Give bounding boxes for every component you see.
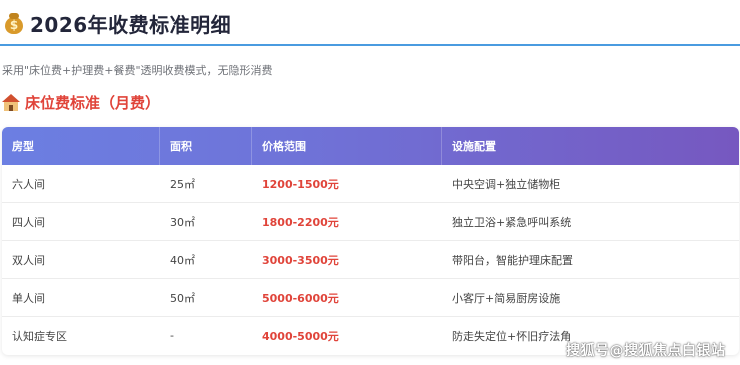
- title-divider: [0, 44, 740, 46]
- house-icon: [2, 93, 20, 111]
- cell-price: 1800-2200元: [262, 215, 339, 229]
- cell-price: 1200-1500元: [262, 177, 339, 191]
- table-header: 房型 面积 价格范围 设施配置: [2, 127, 739, 165]
- cell-room-type: 单人间: [12, 291, 45, 305]
- table-row: 双人间 40㎡ 3000-3500元 带阳台，智能护理床配置: [2, 241, 739, 279]
- cell-area: 30㎡: [170, 215, 195, 229]
- cell-area: -: [170, 329, 174, 342]
- cell-room-type: 双人间: [12, 253, 45, 267]
- fee-table: 房型 面积 价格范围 设施配置 六人间 25㎡ 1200-1500元 中央空调+…: [2, 127, 739, 355]
- section-heading: 床位费标准（月费）: [2, 92, 160, 112]
- watermark: 搜狐号@搜狐焦点白银站: [566, 343, 726, 359]
- cell-price: 4000-5000元: [262, 329, 339, 343]
- header-facilities: 设施配置: [452, 140, 496, 153]
- table-row: 单人间 50㎡ 5000-6000元 小客厅+简易厨房设施: [2, 279, 739, 317]
- money-bag-icon: $: [4, 12, 24, 34]
- header-room-type: 房型: [2, 127, 160, 165]
- cell-facilities: 中央空调+独立储物柜: [452, 177, 561, 191]
- table-row: 六人间 25㎡ 1200-1500元 中央空调+独立储物柜: [2, 165, 739, 203]
- cell-room-type: 认知症专区: [12, 329, 67, 343]
- cell-area: 50㎡: [170, 291, 195, 305]
- intro-text: 采用"床位费+护理费+餐费"透明收费模式，无隐形消费: [2, 64, 273, 77]
- cell-facilities: 小客厅+简易厨房设施: [452, 291, 561, 305]
- cell-price: 5000-6000元: [262, 291, 339, 305]
- cell-price: 3000-3500元: [262, 253, 339, 267]
- cell-facilities: 独立卫浴+紧急呼叫系统: [452, 215, 572, 229]
- page-title-row: $ 2026年收费标准明细: [4, 8, 231, 38]
- page-title: 2026年收费标准明细: [30, 12, 232, 37]
- header-price-range: 价格范围: [252, 127, 442, 165]
- cell-area: 40㎡: [170, 253, 195, 267]
- table-row: 四人间 30㎡ 1800-2200元 独立卫浴+紧急呼叫系统: [2, 203, 739, 241]
- section-title: 床位费标准（月费）: [25, 93, 161, 112]
- header-area: 面积: [160, 127, 252, 165]
- cell-room-type: 四人间: [12, 215, 45, 229]
- cell-facilities: 带阳台，智能护理床配置: [452, 253, 573, 267]
- cell-room-type: 六人间: [12, 177, 45, 191]
- cell-area: 25㎡: [170, 177, 195, 191]
